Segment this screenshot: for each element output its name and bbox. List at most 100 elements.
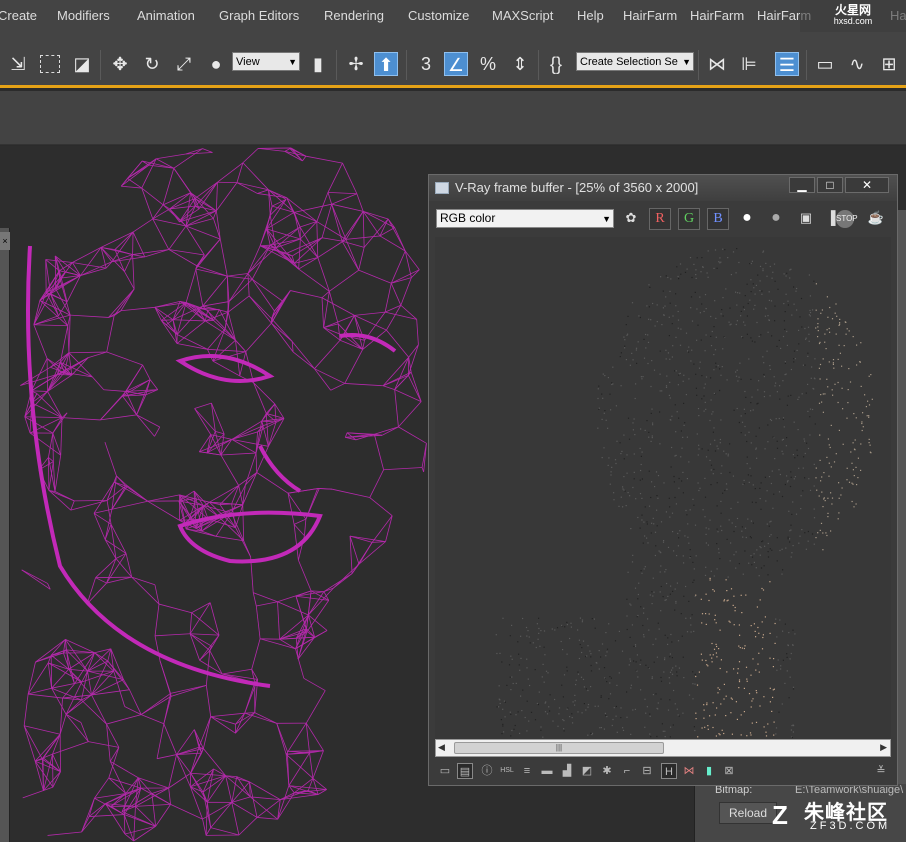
red-channel-button[interactable]: R (649, 208, 671, 230)
reference-coord-dropdown[interactable]: View ▼ (232, 52, 300, 71)
maximize-button[interactable]: □ (817, 177, 843, 193)
menu-animation[interactable]: Animation (137, 8, 195, 23)
channel-select[interactable]: RGB color ▼ (436, 209, 614, 228)
menu-customize[interactable]: Customize (408, 8, 469, 23)
use-pivot-icon[interactable]: ▮ (306, 52, 330, 76)
align-icon[interactable]: ⊫ (737, 52, 761, 76)
toolbar-separator (806, 50, 807, 80)
menu-hairfarm-1[interactable]: HairFarm (623, 8, 677, 23)
color-correction-icon[interactable]: ▤ (457, 763, 473, 779)
histogram-h-label: H (665, 766, 673, 778)
vfb-render-image[interactable] (435, 237, 891, 739)
left-scene-panel-edge (0, 228, 10, 842)
monochrome-icon[interactable]: ● (765, 208, 787, 230)
ocio-icon[interactable]: ⊟ (639, 763, 655, 779)
window-crossing-icon[interactable]: ◪ (70, 52, 94, 76)
hsl-icon[interactable]: HSL (499, 763, 515, 779)
mirror-icon[interactable]: ⋈ (705, 52, 729, 76)
blue-channel-button[interactable]: B (707, 208, 729, 230)
menu-maxscript[interactable]: MAXScript (492, 8, 553, 23)
percent-snap-icon[interactable]: % (476, 52, 500, 76)
pixel-aspect-icon[interactable]: ⊠ (721, 763, 737, 779)
select-manipulate-icon[interactable]: ✢ (344, 52, 368, 76)
percent-snap-label: % (479, 54, 496, 74)
snaps-toggle-icon[interactable]: 3 (414, 52, 438, 76)
alpha-white-icon[interactable]: ● (736, 208, 758, 230)
spinner-snap-icon[interactable]: ⇕ (508, 52, 532, 76)
watermark-sub: hxsd.com (833, 16, 873, 26)
menu-hairfarm-2[interactable]: HairFarm (690, 8, 744, 23)
green-channel-button[interactable]: G (678, 208, 700, 230)
close-icon: ✕ (861, 178, 873, 192)
layer-manager-icon[interactable]: ☰ (775, 52, 799, 76)
maximize-icon: □ (826, 178, 834, 192)
watermark-hxsd-logo: 火星网 hxsd.com (800, 0, 906, 32)
chevron-down-icon: ▼ (288, 57, 297, 67)
scene-explorer-icon[interactable]: ▭ (813, 52, 837, 76)
green-channel-label: G (683, 211, 695, 226)
info-icon[interactable]: ⓘ (479, 763, 495, 779)
channel-select-value: RGB color (440, 211, 496, 225)
watermark-zf3d-logo: Z 朱峰社区 ZF3D.COM (772, 796, 906, 836)
left-panel-close-icon[interactable]: × (0, 232, 10, 250)
toolbar-separator (538, 50, 539, 80)
red-channel-label: R (655, 211, 665, 226)
render-teapot-icon[interactable]: ☕ (865, 208, 887, 230)
menu-bar: Create Modifiers Animation Graph Editors… (0, 0, 906, 32)
ribbon-area (0, 91, 906, 145)
scroll-left-icon[interactable]: ◀ (438, 742, 445, 753)
histogram-h-icon[interactable]: H (661, 763, 677, 779)
menu-graph-editors[interactable]: Graph Editors (219, 8, 299, 23)
chevron-down-icon: ▼ (682, 53, 691, 70)
vfb-bottom-toolbar: ▭ ▤ ⓘ HSL ≡ ▬ ▟ ◩ ✱ ⌐ ⊟ H ⋈ ▮ ⊠ ≚ (435, 761, 891, 781)
vray-frame-buffer-window: V-Ray frame buffer - [25% of 3560 x 2000… (428, 174, 898, 786)
vfb-window-title: V-Ray frame buffer - [25% of 3560 x 2000… (455, 180, 699, 195)
color-channels-icon[interactable]: ✿ (620, 208, 642, 230)
levels-icon[interactable]: ≡ (519, 763, 535, 779)
lens-effects-icon[interactable]: ✱ (599, 763, 615, 779)
toolbar-separator (406, 50, 407, 80)
compare-ab-icon[interactable]: ⋈ (681, 763, 697, 779)
named-selection-dropdown[interactable]: Create Selection Se ▼ (576, 52, 694, 71)
reference-coord-value: View (236, 56, 260, 68)
max-app-window: Create Modifiers Animation Graph Editors… (0, 0, 906, 842)
rect-selection-icon[interactable] (38, 52, 62, 76)
lut-icon[interactable]: ⌐ (619, 763, 635, 779)
stop-render-icon[interactable]: STOP (836, 210, 858, 228)
minimize-button[interactable]: ▁ (789, 177, 815, 193)
histogram-icon[interactable]: ▟ (559, 763, 575, 779)
curves-icon[interactable]: ◩ (579, 763, 595, 779)
menu-modifiers[interactable]: Modifiers (57, 8, 110, 23)
move-icon[interactable]: ✥ (108, 52, 132, 76)
channel-bars-icon[interactable]: ▮ (701, 763, 717, 779)
toolbar-separator (698, 50, 699, 80)
scroll-thumb-grip: ||| (555, 743, 563, 752)
expand-panel-icon[interactable]: ≚ (873, 763, 889, 779)
select-object-icon[interactable]: ⇲ (6, 52, 30, 76)
schematic-view-icon[interactable]: ⊞ (877, 52, 901, 76)
scroll-thumb[interactable]: ||| (454, 742, 664, 754)
manipulate-icon[interactable]: ⬆ (374, 52, 398, 76)
watermark-sub-text: ZF3D.COM (810, 820, 891, 832)
menu-rendering[interactable]: Rendering (324, 8, 384, 23)
edit-named-sel-icon[interactable]: {} (544, 52, 568, 76)
angle-snap-icon[interactable]: ∠ (444, 52, 468, 76)
scroll-right-icon[interactable]: ▶ (880, 742, 887, 753)
reload-button[interactable]: Reload (719, 802, 777, 824)
render-history-icon[interactable]: ▭ (437, 763, 453, 779)
save-image-icon[interactable]: ▣ (795, 208, 817, 230)
vfb-horizontal-scrollbar[interactable]: ◀ ||| ▶ (435, 739, 891, 757)
place-icon[interactable]: ● (204, 52, 228, 76)
scale-icon[interactable]: ⤢ (172, 52, 196, 76)
curve-editor-icon[interactable]: ∿ (845, 52, 869, 76)
exposure-icon[interactable]: ▬ (539, 763, 555, 779)
vfb-title-bar[interactable]: V-Ray frame buffer - [25% of 3560 x 2000… (429, 175, 897, 201)
toolbar-separator (100, 50, 101, 80)
named-selection-value: Create Selection Se (580, 56, 678, 68)
minimize-icon: ▁ (797, 178, 807, 192)
rotate-icon[interactable]: ↻ (140, 52, 164, 76)
watermark-logo: Z (772, 800, 788, 830)
close-button[interactable]: ✕ (845, 177, 889, 193)
menu-help[interactable]: Help (577, 8, 604, 23)
menu-create[interactable]: Create (0, 8, 37, 23)
